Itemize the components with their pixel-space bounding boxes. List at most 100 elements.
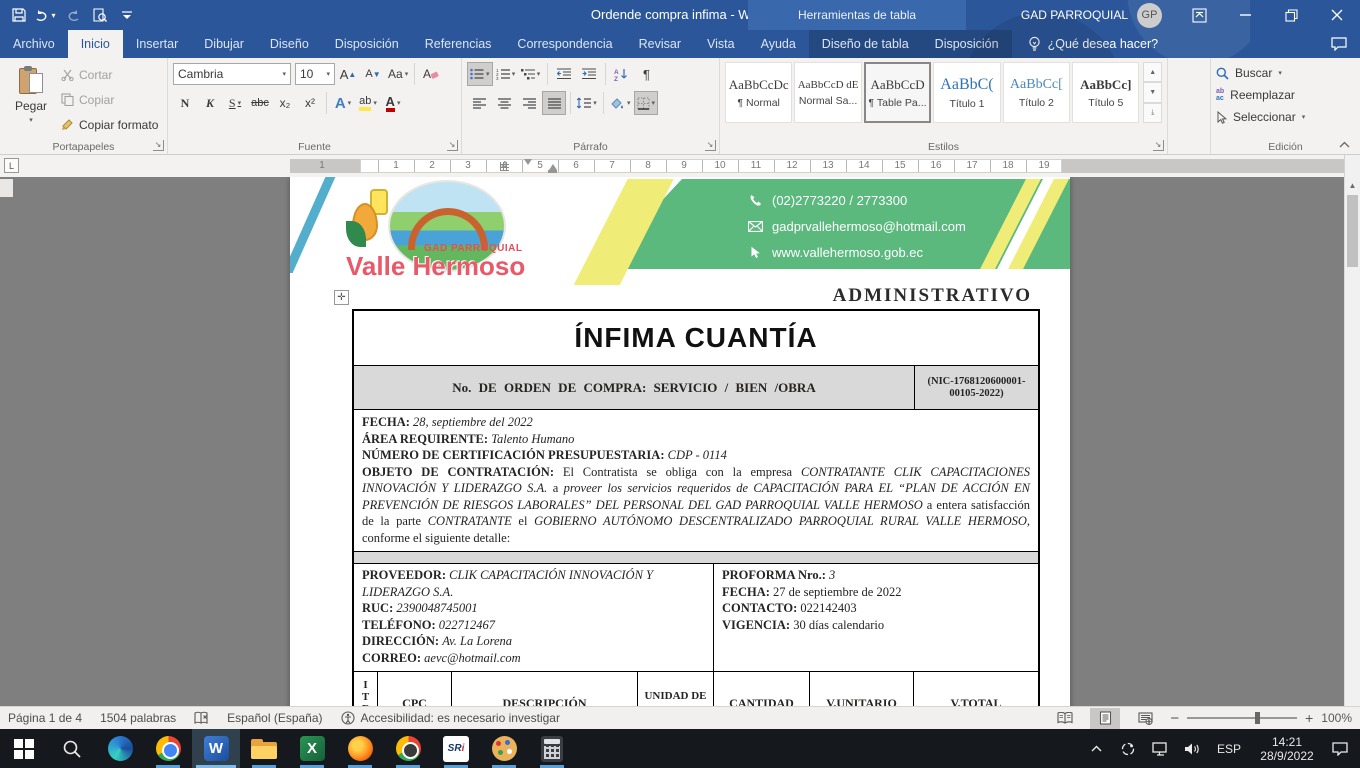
zoom-in-button[interactable]: + xyxy=(1305,710,1313,726)
web-layout-button[interactable] xyxy=(1130,708,1160,729)
table-column-marker[interactable] xyxy=(500,162,509,171)
styles-scroll-down[interactable]: ▼ xyxy=(1143,82,1162,102)
accessibility-status[interactable]: Accesibilidad: es necesario investigar xyxy=(341,711,560,725)
tab-disposicion-tabla[interactable]: Disposición xyxy=(922,30,1012,58)
horizontal-ruler[interactable]: L 1 1 2 3 4 5 6 7 8 9 10 11 12 13 14 15 … xyxy=(0,155,1360,177)
minimize-button[interactable] xyxy=(1222,0,1268,30)
justify-button[interactable] xyxy=(542,91,566,115)
taskbar-search-button[interactable] xyxy=(48,729,96,768)
document-canvas[interactable]: (02)2773220 / 2773300 gadprvallehermoso@… xyxy=(0,177,1360,706)
zoom-slider[interactable] xyxy=(1187,717,1297,719)
align-center-button[interactable] xyxy=(492,91,516,115)
table-move-handle[interactable]: ✛ xyxy=(334,290,349,305)
tell-me-box[interactable]: ¿Qué desea hacer? xyxy=(1028,30,1159,58)
print-preview-button[interactable] xyxy=(86,2,113,28)
clock[interactable]: 14:21 28/9/2022 xyxy=(1252,735,1322,763)
highlight-color-button[interactable]: ab xyxy=(356,91,380,115)
language-tray-indicator[interactable]: ESP xyxy=(1210,742,1248,756)
taskbar-paint[interactable] xyxy=(480,729,528,768)
paste-dropdown-arrow[interactable]: ▾ xyxy=(29,116,33,124)
vertical-scrollbar[interactable]: ▲ xyxy=(1344,177,1360,706)
multilevel-list-button[interactable] xyxy=(519,62,543,86)
copy-button[interactable]: Copiar xyxy=(61,89,158,110)
cut-button[interactable]: Cortar xyxy=(61,64,158,85)
line-spacing-button[interactable] xyxy=(575,91,599,115)
first-line-indent-marker[interactable] xyxy=(524,159,532,165)
strikethrough-button[interactable]: abc xyxy=(248,91,272,115)
show-marks-button[interactable]: ¶ xyxy=(635,62,659,86)
shrink-font-button[interactable]: A▼ xyxy=(361,62,385,86)
font-name-combo[interactable]: Cambria▾ xyxy=(173,63,291,85)
italic-button[interactable]: K xyxy=(198,91,222,115)
customize-qat-button[interactable] xyxy=(113,2,140,28)
tab-stop-selector[interactable]: L xyxy=(4,158,19,173)
tab-correspondencia[interactable]: Correspondencia xyxy=(504,30,625,58)
close-button[interactable] xyxy=(1314,0,1360,30)
font-dialog-launcher[interactable]: ↘ xyxy=(447,140,458,151)
undo-dropdown-arrow[interactable]: ▾ xyxy=(51,11,55,20)
taskbar-firefox[interactable] xyxy=(336,729,384,768)
change-case-button[interactable]: Aa xyxy=(386,62,410,86)
page-indicator[interactable]: Página 1 de 4 xyxy=(8,711,82,725)
tab-ayuda[interactable]: Ayuda xyxy=(748,30,809,58)
bold-button[interactable]: N xyxy=(173,91,197,115)
style-titulo-1[interactable]: AaBbC( Título 1 xyxy=(933,62,1000,123)
style-normal-sa[interactable]: AaBbCcD dE Normal Sa... xyxy=(794,62,861,123)
read-mode-button[interactable] xyxy=(1050,708,1080,729)
tab-dibujar[interactable]: Dibujar xyxy=(191,30,257,58)
paragraph-dialog-launcher[interactable]: ↘ xyxy=(705,140,716,151)
tab-diseno-de-tabla[interactable]: Diseño de tabla xyxy=(809,30,922,58)
undo-button[interactable]: ▾ xyxy=(32,2,59,28)
zoom-out-button[interactable]: − xyxy=(1170,710,1179,727)
tab-disposicion[interactable]: Disposición xyxy=(322,30,412,58)
style-normal[interactable]: AaBbCcDc ¶ Normal xyxy=(725,62,792,123)
document-page[interactable]: (02)2773220 / 2773300 gadprvallehermoso@… xyxy=(290,177,1070,706)
tray-chevron-icon[interactable] xyxy=(1082,729,1110,768)
zoom-slider-thumb[interactable] xyxy=(1255,712,1260,724)
word-count[interactable]: 1504 palabras xyxy=(100,711,176,725)
taskbar-excel[interactable]: X xyxy=(288,729,336,768)
collapse-ribbon-button[interactable] xyxy=(1339,141,1350,148)
scroll-up-arrow[interactable]: ▲ xyxy=(1345,177,1360,193)
shading-button[interactable] xyxy=(608,91,633,115)
numbering-button[interactable]: 123 xyxy=(494,62,518,86)
purchase-order-table[interactable]: ÍNFIMA CUANTÍA No. DE ORDEN DE COMPRA: S… xyxy=(352,309,1040,706)
style-titulo-5[interactable]: AaBbCc] Título 5 xyxy=(1072,62,1139,123)
onedrive-tray-icon[interactable] xyxy=(1114,729,1142,768)
borders-button[interactable] xyxy=(634,91,659,115)
taskbar-sri[interactable]: SRi xyxy=(432,729,480,768)
clipboard-dialog-launcher[interactable]: ↘ xyxy=(153,140,164,151)
taskbar-chrome-profile[interactable] xyxy=(384,729,432,768)
font-size-combo[interactable]: 10▾ xyxy=(295,63,335,85)
align-right-button[interactable] xyxy=(517,91,541,115)
paste-button[interactable]: Pegar ▾ xyxy=(5,62,57,136)
taskbar-calculator[interactable] xyxy=(528,729,576,768)
restore-button[interactable] xyxy=(1268,0,1314,30)
replace-button[interactable]: abac Reemplazar xyxy=(1216,84,1355,106)
taskbar-explorer[interactable] xyxy=(240,729,288,768)
select-button[interactable]: Seleccionar ▾ xyxy=(1216,106,1355,128)
styles-dialog-launcher[interactable]: ↘ xyxy=(1153,140,1164,151)
account-area[interactable]: GAD PARROQUIAL GP xyxy=(1021,3,1162,28)
increase-indent-button[interactable] xyxy=(577,62,601,86)
tab-archivo[interactable]: Archivo xyxy=(0,30,68,58)
volume-tray-icon[interactable] xyxy=(1178,729,1206,768)
find-button[interactable]: Buscar ▾ xyxy=(1216,62,1355,84)
zoom-level[interactable]: 100% xyxy=(1321,711,1352,725)
decrease-indent-button[interactable] xyxy=(552,62,576,86)
ribbon-display-options-button[interactable] xyxy=(1176,0,1222,30)
grow-font-button[interactable]: A▲ xyxy=(336,62,360,86)
action-center-icon[interactable] xyxy=(1326,729,1354,768)
redo-button[interactable] xyxy=(59,2,86,28)
styles-scroll-up[interactable]: ▲ xyxy=(1143,62,1162,82)
font-color-button[interactable]: A xyxy=(381,91,405,115)
language-indicator[interactable]: Español (España) xyxy=(227,711,322,725)
avatar[interactable]: GP xyxy=(1137,3,1162,28)
network-tray-icon[interactable] xyxy=(1146,729,1174,768)
start-button[interactable] xyxy=(0,729,48,768)
print-layout-button[interactable] xyxy=(1090,708,1120,729)
proofing-icon[interactable] xyxy=(194,711,209,725)
text-effects-button[interactable]: A xyxy=(331,91,355,115)
clear-formatting-button[interactable]: A xyxy=(419,62,443,86)
tab-referencias[interactable]: Referencias xyxy=(412,30,505,58)
